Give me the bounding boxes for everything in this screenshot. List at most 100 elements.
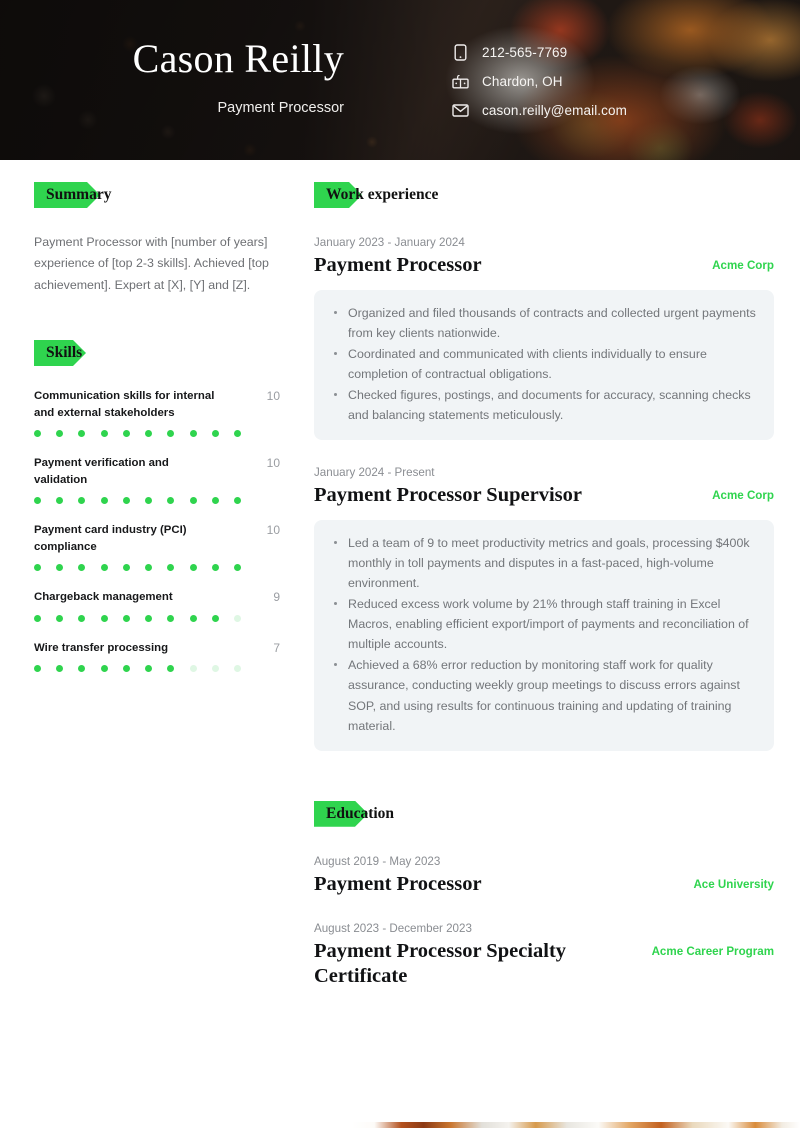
skill-score: 10 <box>266 456 280 471</box>
candidate-job-title: Payment Processor <box>217 100 344 116</box>
skill-dot-filled <box>100 665 108 673</box>
skill-dot-filled <box>34 614 41 622</box>
skill-dot-filled <box>233 430 241 438</box>
footer-dark-band <box>0 1122 352 1128</box>
entry-bullet: Led a team of 9 to meet productivity met… <box>330 533 756 593</box>
entry-bullet-list: Organized and filed thousands of contrac… <box>330 303 756 426</box>
skill-name: Communication skills for internal and ex… <box>34 389 215 419</box>
entry-organization: Acme Career Program <box>651 945 774 959</box>
entry-title: Payment Processor <box>314 254 482 276</box>
skill-head: Communication skills for internal and ex… <box>34 388 280 421</box>
skill-dot-empty <box>189 665 197 673</box>
entry-date: August 2019 - May 2023 <box>314 854 441 868</box>
experience-entry: August 2019 - May 2023 Payment Processor A… <box>314 855 774 897</box>
skill-rating-dots <box>34 665 241 673</box>
skill-dot-filled <box>211 564 219 572</box>
entry-bullet: Organized and filed thousands of contrac… <box>330 303 756 343</box>
skill-item: Communication skills for internal and ex… <box>34 388 280 438</box>
section-header-summary: Summary <box>34 182 280 208</box>
skill-dot-filled <box>167 614 175 622</box>
right-column: Work experience January 2023 - January 2… <box>280 182 774 988</box>
skill-dot-filled <box>189 497 197 505</box>
skill-name: Payment verification and validation <box>34 457 169 486</box>
experience-entry: January 2023 - January 2024 Payment Proce… <box>314 236 774 441</box>
section-header-work: Work experience <box>314 182 774 208</box>
skill-head: Payment verification and validation 10 <box>34 455 280 488</box>
skill-dot-filled <box>100 614 108 622</box>
skill-dot-filled <box>34 497 41 505</box>
contact-list: 212-565-7769 Chardon, OH cason.reilly@em… <box>400 0 627 119</box>
entry-bullet-card: Organized and filed thousands of contrac… <box>314 289 774 441</box>
experience-entry: January 2024 - Present Payment Processor … <box>314 466 774 751</box>
skill-score: 9 <box>273 590 280 605</box>
skill-dot-filled <box>34 665 41 673</box>
location-value: Chardon, OH <box>482 74 563 89</box>
entry-main-row: Payment Processor Ace University <box>314 872 774 897</box>
entry-bullet-card: Led a team of 9 to meet productivity met… <box>314 519 774 751</box>
skill-dot-filled <box>145 497 153 505</box>
section-header-education: Education <box>314 801 774 827</box>
skill-item: Wire transfer processing 7 <box>34 640 280 673</box>
skill-dot-filled <box>122 497 130 505</box>
education-title: Education <box>326 804 395 822</box>
entry-main-row: Payment Processor Acme Corp <box>314 253 774 278</box>
skills-section: Skills Communication skills for internal… <box>34 340 280 673</box>
skill-dot-filled <box>167 564 175 572</box>
entry-date: August 2023 - December 2023 <box>314 922 472 936</box>
entry-organization: Acme Corp <box>712 259 774 272</box>
phone-value: 212-565-7769 <box>482 45 568 60</box>
skill-score: 7 <box>273 640 280 655</box>
entry-bullet: Coordinated and communicated with client… <box>330 344 756 384</box>
education-list: August 2019 - May 2023 Payment Processor A… <box>314 855 774 989</box>
skill-dot-empty <box>211 665 219 673</box>
skill-dot-filled <box>100 497 108 505</box>
phone-icon <box>452 44 469 61</box>
entry-organization: Ace University <box>693 877 774 891</box>
skill-dot-filled <box>233 497 241 505</box>
skill-dot-filled <box>211 497 219 505</box>
left-column: Summary Payment Processor with [number o… <box>34 182 280 673</box>
skill-rating-dots <box>34 430 241 438</box>
skill-head: Wire transfer processing 7 <box>34 640 280 657</box>
skill-dot-filled <box>78 430 86 438</box>
entry-bullet: Reduced excess work volume by 21% throug… <box>330 594 756 654</box>
resume-header: Cason Reilly Payment Processor 212-565-7… <box>0 0 800 160</box>
skill-dot-filled <box>34 564 41 572</box>
skill-dot-filled <box>189 564 197 572</box>
skill-rating-dots <box>34 564 241 572</box>
skill-dot-filled <box>167 497 175 505</box>
contact-phone[interactable]: 212-565-7769 <box>452 44 627 61</box>
skill-dot-filled <box>56 614 64 622</box>
entry-organization: Acme Corp <box>712 489 774 503</box>
skill-dot-filled <box>145 614 153 622</box>
entry-bullet: Checked figures, postings, and documents… <box>330 385 756 425</box>
skill-item: Chargeback management 9 <box>34 589 280 622</box>
entry-main-row: Payment Processor Supervisor Acme Corp <box>314 483 774 508</box>
footer-strip <box>0 1122 800 1128</box>
experience-entry: August 2023 - December 2023 Payment Proce… <box>314 922 774 988</box>
skill-dot-filled <box>78 564 86 572</box>
skill-head: Payment card industry (PCI) compliance 10 <box>34 522 280 555</box>
location-icon <box>452 73 469 90</box>
entry-main-row: Payment Processor Specialty Certificate A… <box>314 939 774 988</box>
skill-dot-filled <box>122 614 130 622</box>
skill-dot-filled <box>167 665 175 673</box>
contact-location[interactable]: Chardon, OH <box>452 73 627 90</box>
entry-date: January 2023 - January 2024 <box>314 236 465 249</box>
skill-dot-filled <box>122 665 130 673</box>
contact-email[interactable]: cason.reilly@email.com <box>452 102 627 119</box>
skill-dot-filled <box>145 665 153 673</box>
identity-block: Cason Reilly Payment Processor <box>0 0 400 117</box>
section-header-skills: Skills <box>34 340 280 366</box>
skill-score: 10 <box>266 523 280 538</box>
skill-dot-filled <box>56 665 64 673</box>
skill-name: Wire transfer processing <box>34 641 169 654</box>
entry-title: Payment Processor Specialty Certificate <box>314 940 567 987</box>
skill-dot-filled <box>167 430 175 438</box>
candidate-name: Cason Reilly <box>132 36 344 81</box>
skill-dot-filled <box>78 614 86 622</box>
skill-dot-filled <box>56 497 64 505</box>
skill-dot-filled <box>211 614 219 622</box>
skill-dot-filled <box>211 430 219 438</box>
skills-title: Skills <box>46 343 83 361</box>
